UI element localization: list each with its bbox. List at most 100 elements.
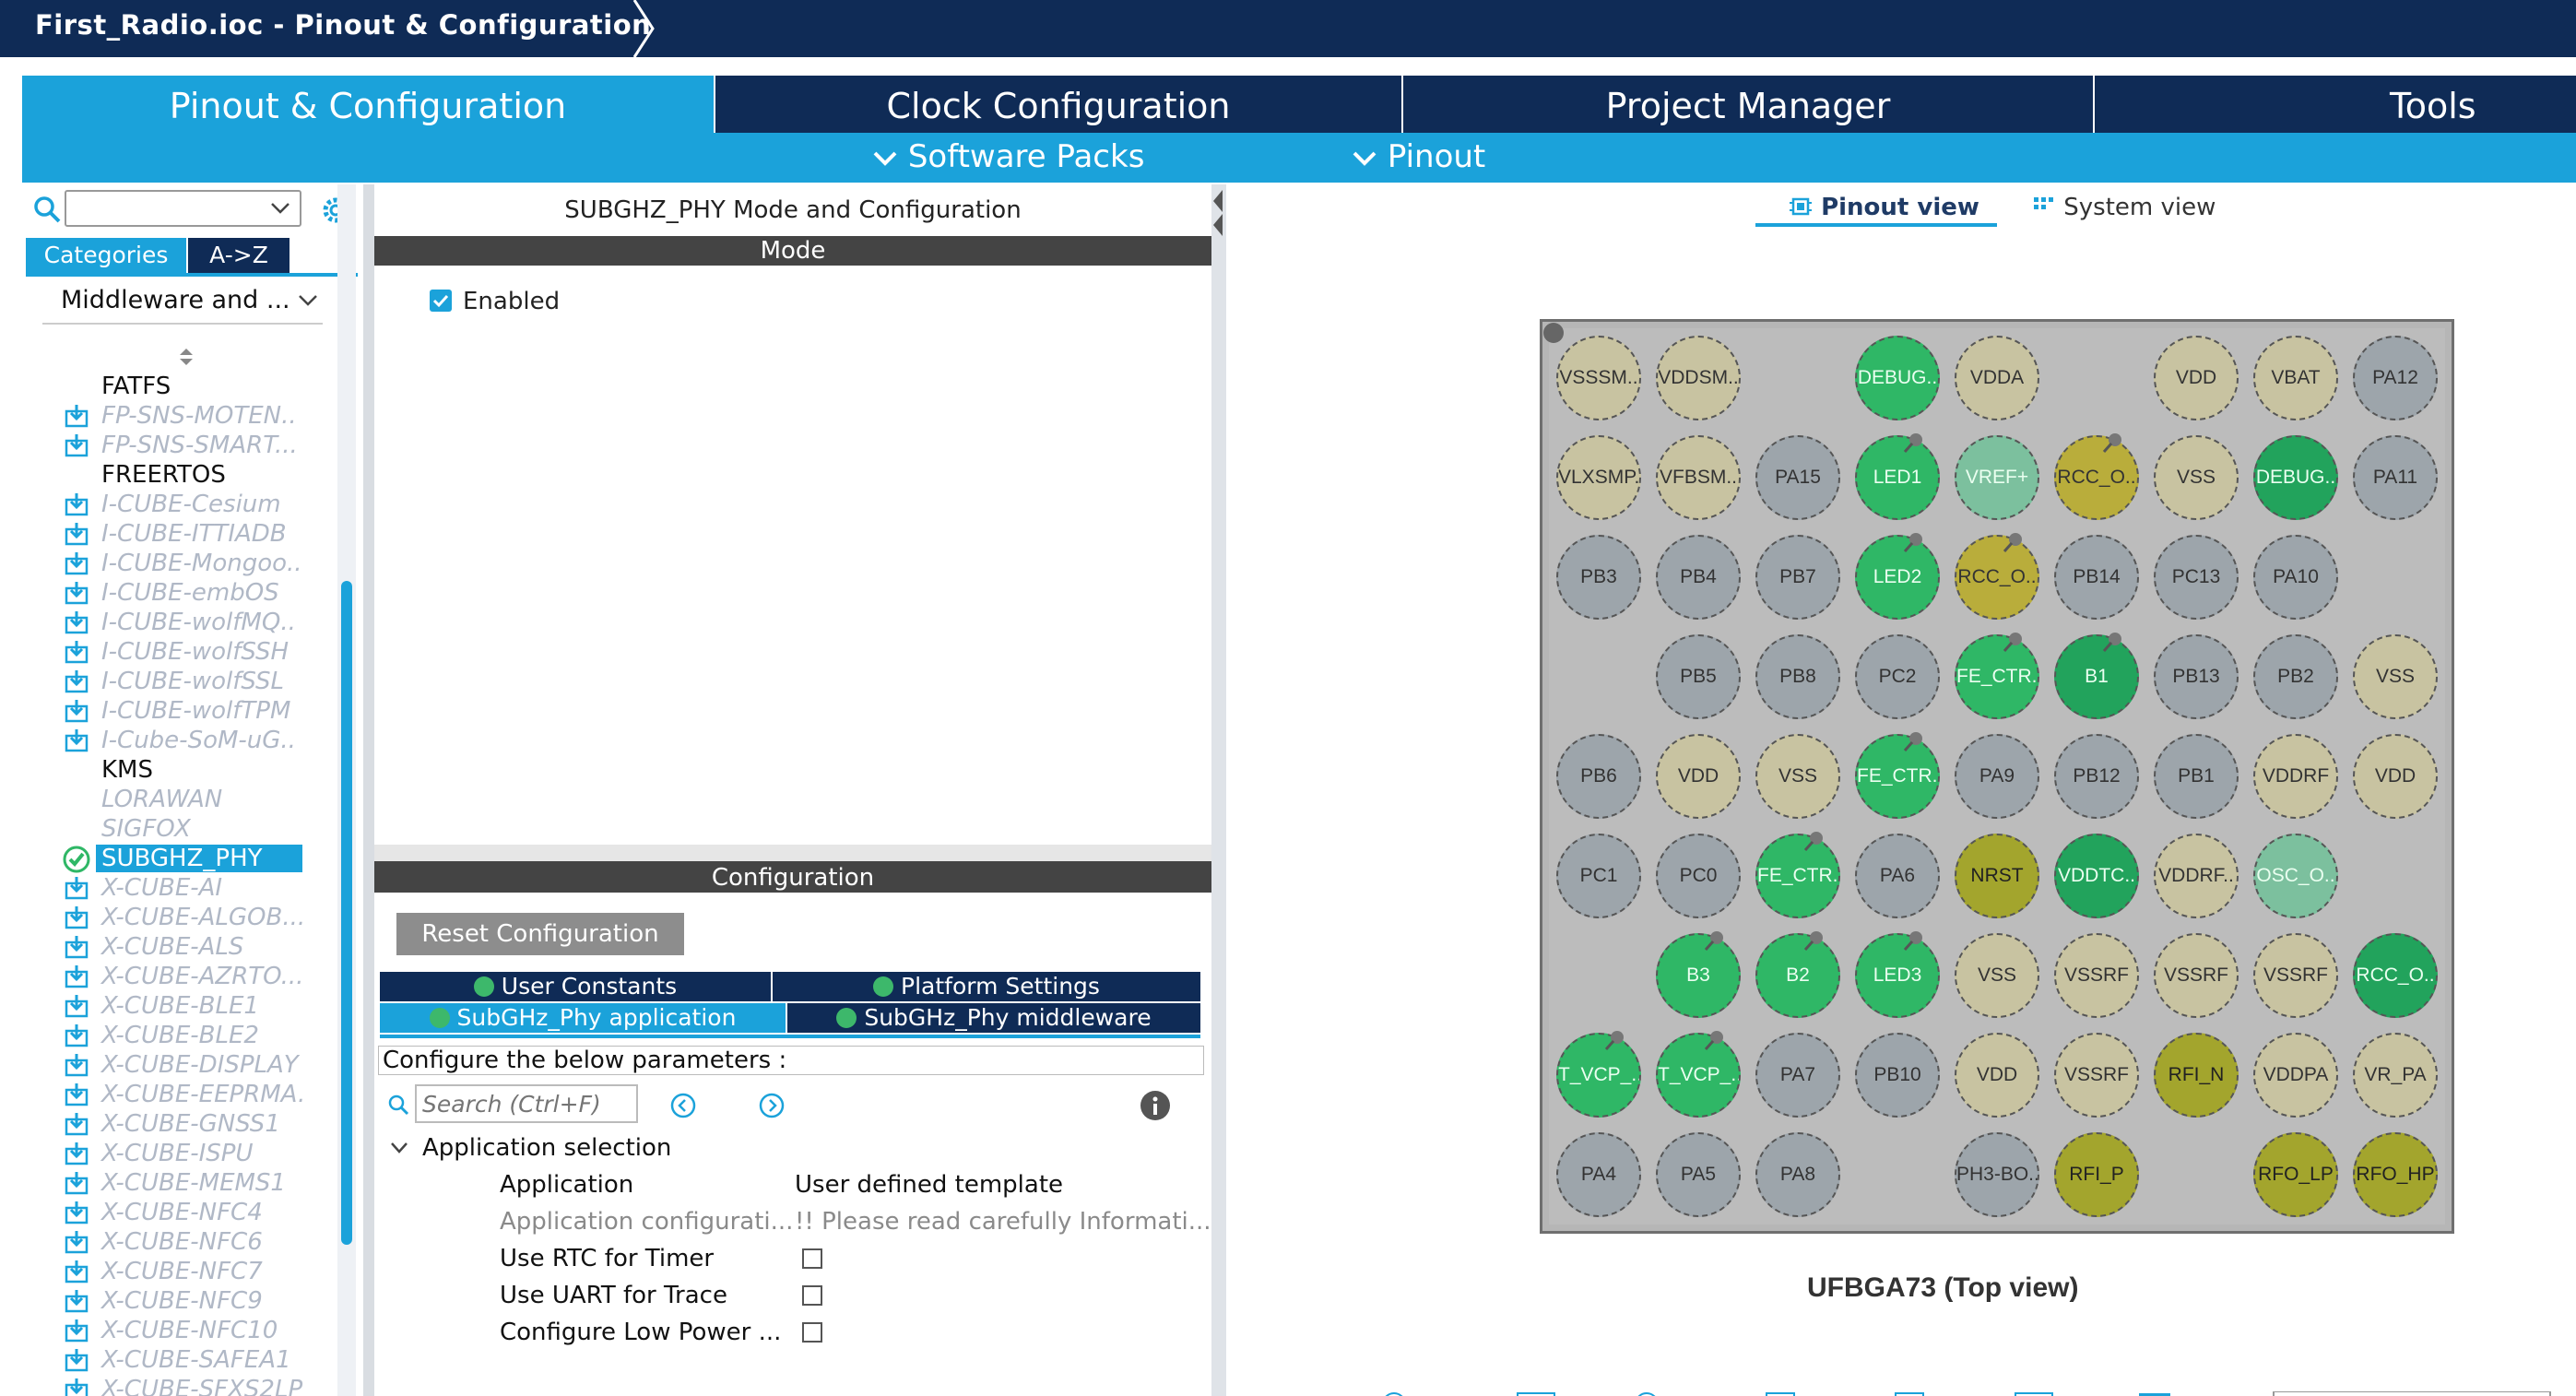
pin[interactable]: PA10: [2253, 535, 2338, 620]
pin[interactable]: PB6: [1556, 734, 1641, 819]
pin[interactable]: RFI_N: [2154, 1033, 2239, 1118]
tree-item[interactable]: X-CUBE-GNSS1: [101, 1110, 280, 1138]
tree-item[interactable]: X-CUBE-MEMS1: [101, 1169, 286, 1197]
tree-item[interactable]: X-CUBE-NFC4: [101, 1199, 263, 1226]
tree-item[interactable]: FP-SNS-MOTEN..: [101, 402, 297, 430]
tree-item[interactable]: I-CUBE-wolfMQ..: [101, 609, 296, 636]
category-select[interactable]: Middleware and ...: [61, 286, 318, 314]
tab-platform-settings[interactable]: Platform Settings: [773, 972, 1200, 1001]
tree-item[interactable]: SIGFOX: [101, 815, 191, 843]
sort-icon[interactable]: [177, 347, 195, 367]
tree-item[interactable]: X-CUBE-AZRTO...: [101, 963, 303, 990]
tab-a-z[interactable]: A->Z: [188, 238, 290, 273]
tab-categories[interactable]: Categories: [26, 238, 186, 273]
pin[interactable]: PB3: [1556, 535, 1641, 620]
info-icon[interactable]: [1140, 1090, 1171, 1121]
pin[interactable]: VDD: [2154, 336, 2239, 420]
tree-item[interactable]: FATFS: [101, 373, 171, 400]
pinout-menu[interactable]: Pinout: [1352, 138, 1485, 175]
parameter-checkbox[interactable]: [802, 1322, 822, 1343]
tree-item[interactable]: I-CUBE-Cesium: [101, 491, 281, 518]
pin[interactable]: RCC_O..: [2353, 933, 2438, 1018]
pin[interactable]: PB8: [1755, 634, 1840, 719]
tab-user-constants[interactable]: User Constants: [380, 972, 771, 1001]
pin[interactable]: VDDA: [1955, 336, 2039, 420]
parameter-value[interactable]: !! Please read carefully Informati...: [795, 1208, 1211, 1236]
tree-item[interactable]: LORAWAN: [101, 786, 222, 813]
pin[interactable]: VSSRF: [2253, 933, 2338, 1018]
pin[interactable]: DEBUG..: [1855, 336, 1940, 420]
tree-item[interactable]: I-CUBE-wolfTPM: [101, 697, 290, 725]
pin[interactable]: PA11: [2353, 435, 2438, 520]
pin[interactable]: VREF+: [1955, 435, 2039, 520]
pin[interactable]: PB10: [1855, 1033, 1940, 1118]
pin[interactable]: PC0: [1656, 834, 1741, 918]
tree-item[interactable]: FP-SNS-SMART...: [101, 432, 298, 459]
pin[interactable]: VFBSM..: [1656, 435, 1741, 520]
tree-item[interactable]: X-CUBE-NFC6: [101, 1228, 263, 1256]
pin[interactable]: PA5: [1656, 1132, 1741, 1217]
pin[interactable]: PA6: [1855, 834, 1940, 918]
pin[interactable]: VSS: [2353, 634, 2438, 719]
pin[interactable]: VDD: [1656, 734, 1741, 819]
pin[interactable]: B3: [1656, 933, 1741, 1018]
reset-configuration-button[interactable]: Reset Configuration: [396, 913, 684, 955]
pin[interactable]: PB4: [1656, 535, 1741, 620]
pin[interactable]: PB1: [2154, 734, 2239, 819]
tree-item[interactable]: X-CUBE-BLE1: [101, 992, 259, 1020]
pin[interactable]: VLXSMP..: [1556, 435, 1641, 520]
tree-item[interactable]: I-CUBE-ITTIADB: [101, 520, 287, 548]
pin[interactable]: PA8: [1755, 1132, 1840, 1217]
pin[interactable]: B2: [1755, 933, 1840, 1018]
pin[interactable]: PA9: [1955, 734, 2039, 819]
pin[interactable]: RCC_O..: [1955, 535, 2039, 620]
parameter-checkbox[interactable]: [802, 1285, 822, 1306]
pin[interactable]: VSS: [1755, 734, 1840, 819]
pin[interactable]: B1: [2054, 634, 2139, 719]
enabled-checkbox[interactable]: [430, 290, 452, 312]
pin[interactable]: PC13: [2154, 535, 2239, 620]
tree-item[interactable]: I-CUBE-wolfSSH: [101, 638, 289, 666]
tab-pinout-view[interactable]: Pinout view: [1789, 194, 1979, 221]
pin[interactable]: VDDTC..: [2054, 834, 2139, 918]
previous-icon[interactable]: [669, 1092, 697, 1119]
tree-item[interactable]: X-CUBE-BLE2: [101, 1022, 259, 1049]
tab-tools[interactable]: Tools: [2095, 76, 2576, 133]
pin[interactable]: RFO_HP: [2353, 1132, 2438, 1217]
tree-item[interactable]: X-CUBE-ISPU: [101, 1140, 254, 1167]
tree-item[interactable]: I-CUBE-Mongoo..: [101, 550, 302, 577]
pin[interactable]: VSS: [2154, 435, 2239, 520]
pin[interactable]: PA12: [2353, 336, 2438, 420]
pin[interactable]: PB7: [1755, 535, 1840, 620]
parameter-value[interactable]: User defined template: [795, 1171, 1063, 1199]
pin[interactable]: VSSRF: [2154, 933, 2239, 1018]
tree-item[interactable]: X-CUBE-DISPLAY: [101, 1051, 299, 1079]
pin[interactable]: VBAT: [2253, 336, 2338, 420]
pin[interactable]: RFO_LP: [2253, 1132, 2338, 1217]
tree-item[interactable]: SUBGHZ_PHY: [96, 845, 302, 872]
tree-item[interactable]: X-CUBE-ALS: [101, 933, 243, 961]
tree-item[interactable]: X-CUBE-SAFEA1: [101, 1346, 291, 1374]
pin[interactable]: PC2: [1855, 634, 1940, 719]
pin[interactable]: VSSSM..: [1556, 336, 1641, 420]
tree-item[interactable]: X-CUBE-NFC10: [101, 1317, 278, 1344]
pin[interactable]: PA7: [1755, 1033, 1840, 1118]
tree-item[interactable]: X-CUBE-ALGOB...: [101, 904, 305, 931]
panel-splitter-2[interactable]: [1211, 184, 1226, 1396]
parameter-search-input[interactable]: [415, 1084, 638, 1123]
next-icon[interactable]: [758, 1092, 786, 1119]
pin[interactable]: LED2: [1855, 535, 1940, 620]
pin[interactable]: FE_CTR..: [1755, 834, 1840, 918]
pin[interactable]: RFI_P: [2054, 1132, 2139, 1217]
collapse-arrow-icon[interactable]: [1210, 184, 1226, 240]
pin[interactable]: VDD: [1955, 1033, 2039, 1118]
tab-project-manager[interactable]: Project Manager: [1403, 76, 2093, 133]
pin[interactable]: PB14: [2054, 535, 2139, 620]
pin[interactable]: VSSRF: [2054, 1033, 2139, 1118]
pin[interactable]: VSS: [1955, 933, 2039, 1018]
pin[interactable]: T_VCP_..: [1656, 1033, 1741, 1118]
tree-item[interactable]: X-CUBE-SFXS2LP: [101, 1376, 302, 1396]
left-scrollbar-thumb[interactable]: [341, 581, 352, 1245]
parameter-checkbox[interactable]: [802, 1248, 822, 1269]
pin[interactable]: DEBUG..: [2253, 435, 2338, 520]
